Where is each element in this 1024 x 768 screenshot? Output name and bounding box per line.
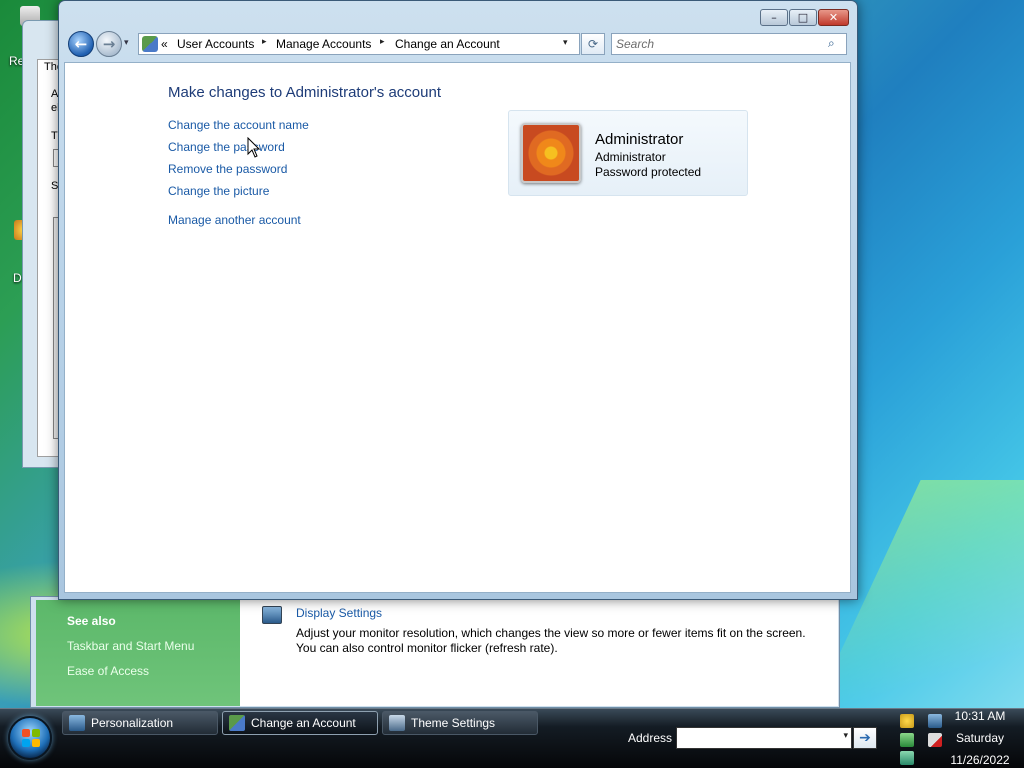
- breadcrumb-user-accounts[interactable]: User Accounts: [177, 37, 254, 51]
- desktop-icon-label: D: [13, 271, 22, 285]
- user-avatar: [521, 123, 581, 183]
- change-account-name-link[interactable]: Change the account name: [168, 118, 309, 132]
- display-settings-description: Adjust your monitor resolution, which ch…: [296, 626, 806, 640]
- ease-of-access-link[interactable]: Ease of Access: [67, 664, 149, 678]
- change-password-link[interactable]: Change the password: [168, 140, 285, 154]
- remove-password-link[interactable]: Remove the password: [168, 162, 287, 176]
- mouse-cursor-icon: [247, 137, 261, 158]
- search-icon[interactable]: ⌕: [828, 36, 842, 50]
- page-title: Make changes to Administrator's account: [168, 84, 442, 101]
- maximize-icon: □: [797, 11, 809, 24]
- minimize-button[interactable]: –: [760, 9, 788, 26]
- user-name: Administrator: [595, 131, 684, 148]
- theme-icon: [389, 715, 405, 731]
- user-accounts-icon: [142, 36, 158, 52]
- see-also-title: See also: [67, 614, 116, 628]
- search-box[interactable]: ⌕: [611, 33, 847, 55]
- breadcrumb-separator[interactable]: ▸: [380, 37, 385, 47]
- user-accounts-icon: [229, 715, 245, 731]
- breadcrumb-change-account[interactable]: Change an Account: [395, 37, 500, 51]
- user-password-status: Password protected: [595, 165, 702, 179]
- taskbar-button-change-account[interactable]: Change an Account: [222, 711, 378, 735]
- clock-time[interactable]: 10:31 AM: [950, 709, 1010, 723]
- taskbar-button-personalization[interactable]: Personalization: [62, 711, 218, 735]
- windows-update-icon[interactable]: [900, 733, 914, 747]
- go-button[interactable]: ➔: [853, 727, 877, 749]
- refresh-button[interactable]: ⟳: [581, 33, 605, 55]
- taskbar-button-label: Personalization: [91, 716, 174, 730]
- address-toolbar-label: Address: [628, 731, 673, 745]
- security-shield-icon[interactable]: [900, 714, 914, 728]
- change-picture-link[interactable]: Change the picture: [168, 184, 269, 198]
- refresh-icon: ⟳: [587, 37, 599, 51]
- maximize-button[interactable]: □: [789, 9, 817, 26]
- display-settings-description: You can also control monitor flicker (re…: [296, 641, 558, 655]
- start-button[interactable]: [8, 716, 52, 760]
- taskbar-button-label: Theme Settings: [411, 716, 496, 730]
- personalization-icon: [69, 715, 85, 731]
- breadcrumb-overflow[interactable]: «: [161, 37, 168, 51]
- taskbar-start-menu-link[interactable]: Taskbar and Start Menu: [67, 639, 194, 653]
- recent-pages-button[interactable]: ▾: [124, 38, 134, 50]
- display-settings-icon: [262, 606, 282, 624]
- breadcrumb-manage-accounts[interactable]: Manage Accounts: [276, 37, 371, 51]
- taskbar-button-theme-settings[interactable]: Theme Settings: [382, 711, 538, 735]
- back-button[interactable]: ←: [68, 31, 94, 57]
- display-settings-link[interactable]: Display Settings: [296, 606, 382, 620]
- forward-button[interactable]: →: [96, 31, 122, 57]
- network-icon[interactable]: [928, 714, 942, 728]
- user-account-type: Administrator: [595, 150, 666, 164]
- breadcrumb-separator[interactable]: ▸: [262, 37, 267, 47]
- chevron-down-icon[interactable]: ▾: [843, 731, 848, 741]
- clock-day[interactable]: Saturday: [950, 731, 1010, 745]
- address-dropdown-button[interactable]: ▾: [563, 38, 568, 48]
- close-icon: ✕: [828, 11, 839, 24]
- power-icon[interactable]: [900, 751, 914, 765]
- address-toolbar-input[interactable]: [680, 730, 830, 746]
- search-input[interactable]: [616, 36, 821, 52]
- arrow-left-icon: ←: [74, 35, 88, 53]
- volume-muted-icon[interactable]: [928, 733, 942, 747]
- clock-date[interactable]: 11/26/2022: [946, 753, 1014, 767]
- taskbar-button-label: Change an Account: [251, 716, 356, 730]
- windows-logo-icon: [22, 729, 40, 747]
- minimize-icon: –: [771, 11, 777, 24]
- address-toolbar[interactable]: ▾: [676, 727, 852, 749]
- manage-another-account-link[interactable]: Manage another account: [168, 213, 301, 227]
- close-button[interactable]: ✕: [818, 9, 849, 26]
- arrow-right-icon: ➔: [859, 730, 871, 746]
- arrow-right-icon: →: [102, 35, 116, 53]
